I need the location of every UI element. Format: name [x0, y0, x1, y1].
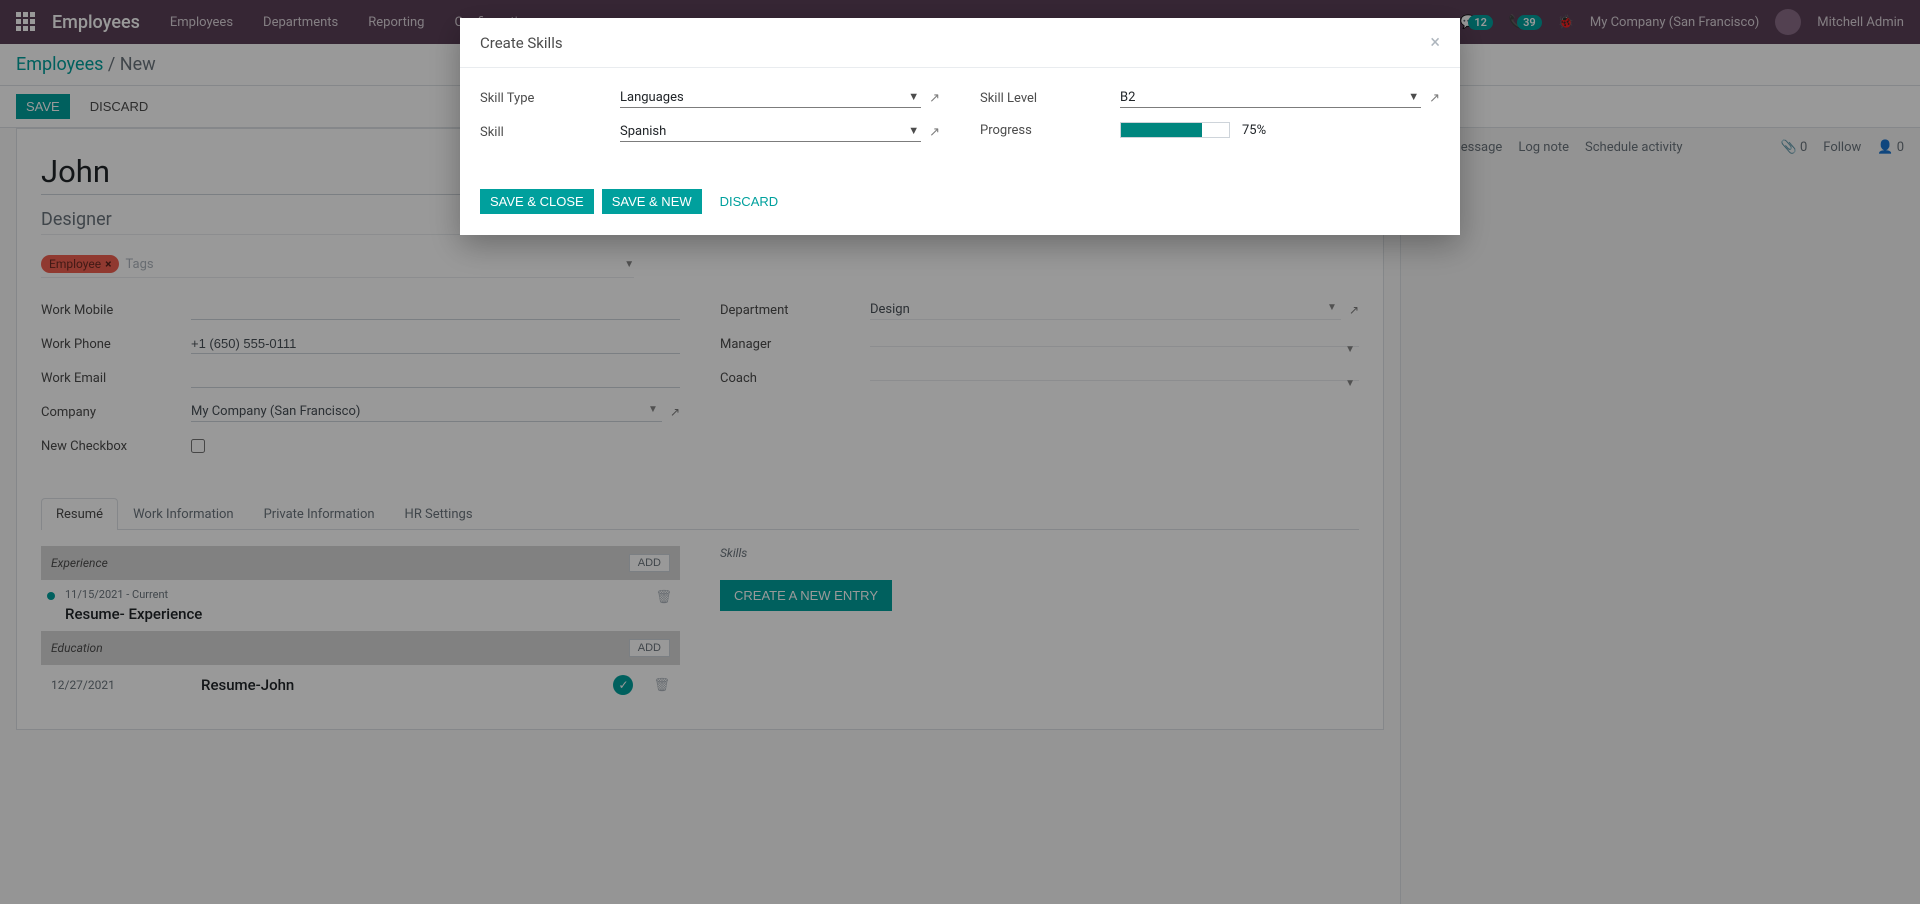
modal-title: Create Skills	[480, 34, 563, 52]
create-skills-modal: Create Skills × Skill Type Languages▼ ↗ …	[460, 18, 1460, 235]
progress-track	[1120, 122, 1230, 138]
save-close-button[interactable]: Save & Close	[480, 189, 594, 214]
chevron-down-icon: ▼	[1408, 90, 1419, 103]
modal-discard-button[interactable]: Discard	[710, 188, 789, 215]
chevron-down-icon: ▼	[908, 90, 919, 103]
external-link-icon[interactable]: ↗	[929, 125, 940, 140]
modal-overlay: Create Skills × Skill Type Languages▼ ↗ …	[0, 0, 1920, 904]
skill-level-select[interactable]: B2▼	[1120, 88, 1421, 108]
progress-bar: 75%	[1120, 122, 1440, 138]
skill-select[interactable]: Spanish▼	[620, 122, 921, 142]
modal-left-col: Skill Type Languages▼ ↗ Skill Spanish▼ ↗	[480, 88, 940, 156]
progress-label: Progress	[980, 123, 1120, 138]
skill-label: Skill	[480, 125, 620, 140]
modal-header: Create Skills ×	[460, 18, 1460, 68]
progress-fill	[1121, 123, 1202, 137]
chevron-down-icon: ▼	[908, 124, 919, 137]
modal-body: Skill Type Languages▼ ↗ Skill Spanish▼ ↗…	[460, 68, 1460, 176]
skill-type-label: Skill Type	[480, 91, 620, 106]
skill-level-label: Skill Level	[980, 91, 1120, 106]
close-icon[interactable]: ×	[1430, 32, 1440, 53]
external-link-icon[interactable]: ↗	[929, 91, 940, 106]
save-new-button[interactable]: Save & New	[602, 189, 702, 214]
modal-right-col: Skill Level B2▼ ↗ Progress 75%	[980, 88, 1440, 156]
modal-footer: Save & Close Save & New Discard	[460, 176, 1460, 235]
external-link-icon[interactable]: ↗	[1429, 91, 1440, 106]
progress-text: 75%	[1242, 123, 1266, 138]
skill-type-select[interactable]: Languages▼	[620, 88, 921, 108]
